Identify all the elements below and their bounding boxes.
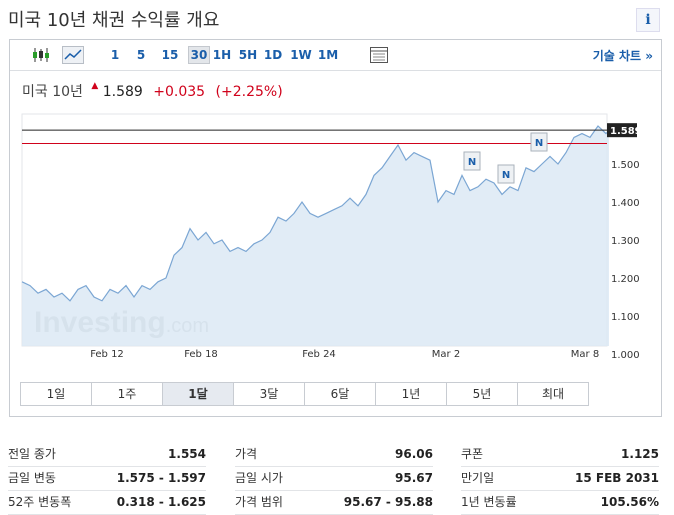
x-tick-label: Feb 24 xyxy=(302,349,336,360)
range-1주[interactable]: 1주 xyxy=(92,383,163,405)
stat-label: 1년 변동률 xyxy=(461,495,517,509)
stat-value: 15 FEB 2031 xyxy=(575,471,659,485)
stats-col-3: 쿠폰 1.125 만기일 15 FEB 2031 1년 변동률 105.56% xyxy=(461,443,659,515)
range-최대[interactable]: 최대 xyxy=(518,383,588,405)
y-tick-label: 1.400 xyxy=(611,198,640,209)
stat-value: 0.318 - 1.625 xyxy=(116,495,206,509)
news-marker-label: N xyxy=(502,170,510,181)
news-marker-label: N xyxy=(535,138,543,149)
stat-row: 만기일 15 FEB 2031 xyxy=(461,467,659,491)
chart-panel: 1 5 15 30 1H 5H 1D 1W 1M 기술 차트 » 미국 10년 ▲ 1.589 … xyxy=(9,39,662,417)
stat-label: 금일 변동 xyxy=(8,471,56,485)
stat-label: 가격 범위 xyxy=(235,495,283,509)
range-5년[interactable]: 5년 xyxy=(447,383,518,405)
stat-value: 1.575 - 1.597 xyxy=(116,471,206,485)
news-marker-label: N xyxy=(468,157,476,168)
range-3달[interactable]: 3달 xyxy=(234,383,305,405)
y-tick-label: 1.500 xyxy=(611,160,640,171)
price-chart[interactable]: Investing.com1.0001.1001.2001.3001.4001.… xyxy=(10,40,661,370)
stat-row: 가격 96.06 xyxy=(235,443,433,467)
stat-label: 가격 xyxy=(235,447,258,461)
stats-col-1: 전일 종가 1.554 금일 변동 1.575 - 1.597 52주 변동폭 0.318… xyxy=(8,443,206,515)
y-tick-label: 1.100 xyxy=(611,312,640,323)
stats-col-2: 가격 96.06 금일 시가 95.67 가격 범위 95.67 - 95.88 xyxy=(235,443,433,515)
range-1일[interactable]: 1일 xyxy=(21,383,92,405)
stat-row: 쿠폰 1.125 xyxy=(461,443,659,467)
stat-row: 금일 변동 1.575 - 1.597 xyxy=(8,467,206,491)
stat-label: 전일 종가 xyxy=(8,447,56,461)
x-tick-label: Mar 8 xyxy=(571,349,599,360)
stat-value: 96.06 xyxy=(395,447,433,461)
stat-label: 만기일 xyxy=(461,471,495,485)
stat-row: 가격 범위 95.67 - 95.88 xyxy=(235,491,433,515)
range-1년[interactable]: 1년 xyxy=(376,383,447,405)
stat-value: 105.56% xyxy=(600,495,659,509)
y-tick-label: 1.000 xyxy=(611,350,640,361)
range-1달[interactable]: 1달 xyxy=(163,383,234,405)
stat-value: 1.125 xyxy=(621,447,659,461)
range-selector: 1일 1주 1달 3달 6달 1년 5년 최대 xyxy=(20,382,589,406)
x-tick-label: Feb 18 xyxy=(184,349,218,360)
stat-row: 52주 변동폭 0.318 - 1.625 xyxy=(8,491,206,515)
info-icon[interactable]: i xyxy=(636,8,660,32)
x-tick-label: Mar 2 xyxy=(432,349,460,360)
last-price-label: 1.589 xyxy=(610,126,642,137)
stat-label: 금일 시가 xyxy=(235,471,283,485)
range-6달[interactable]: 6달 xyxy=(305,383,376,405)
stat-value: 95.67 xyxy=(395,471,433,485)
stat-value: 95.67 - 95.88 xyxy=(343,495,433,509)
page-title: 미국 10년 채권 수익률 개요 xyxy=(8,10,220,31)
stat-row: 금일 시가 95.67 xyxy=(235,467,433,491)
y-tick-label: 1.300 xyxy=(611,236,640,247)
x-tick-label: Feb 12 xyxy=(90,349,124,360)
stat-label: 52주 변동폭 xyxy=(8,495,72,509)
stat-row: 전일 종가 1.554 xyxy=(8,443,206,467)
stat-value: 1.554 xyxy=(168,447,206,461)
y-tick-label: 1.200 xyxy=(611,274,640,285)
stat-label: 쿠폰 xyxy=(461,447,484,461)
stat-row: 1년 변동률 105.56% xyxy=(461,491,659,515)
